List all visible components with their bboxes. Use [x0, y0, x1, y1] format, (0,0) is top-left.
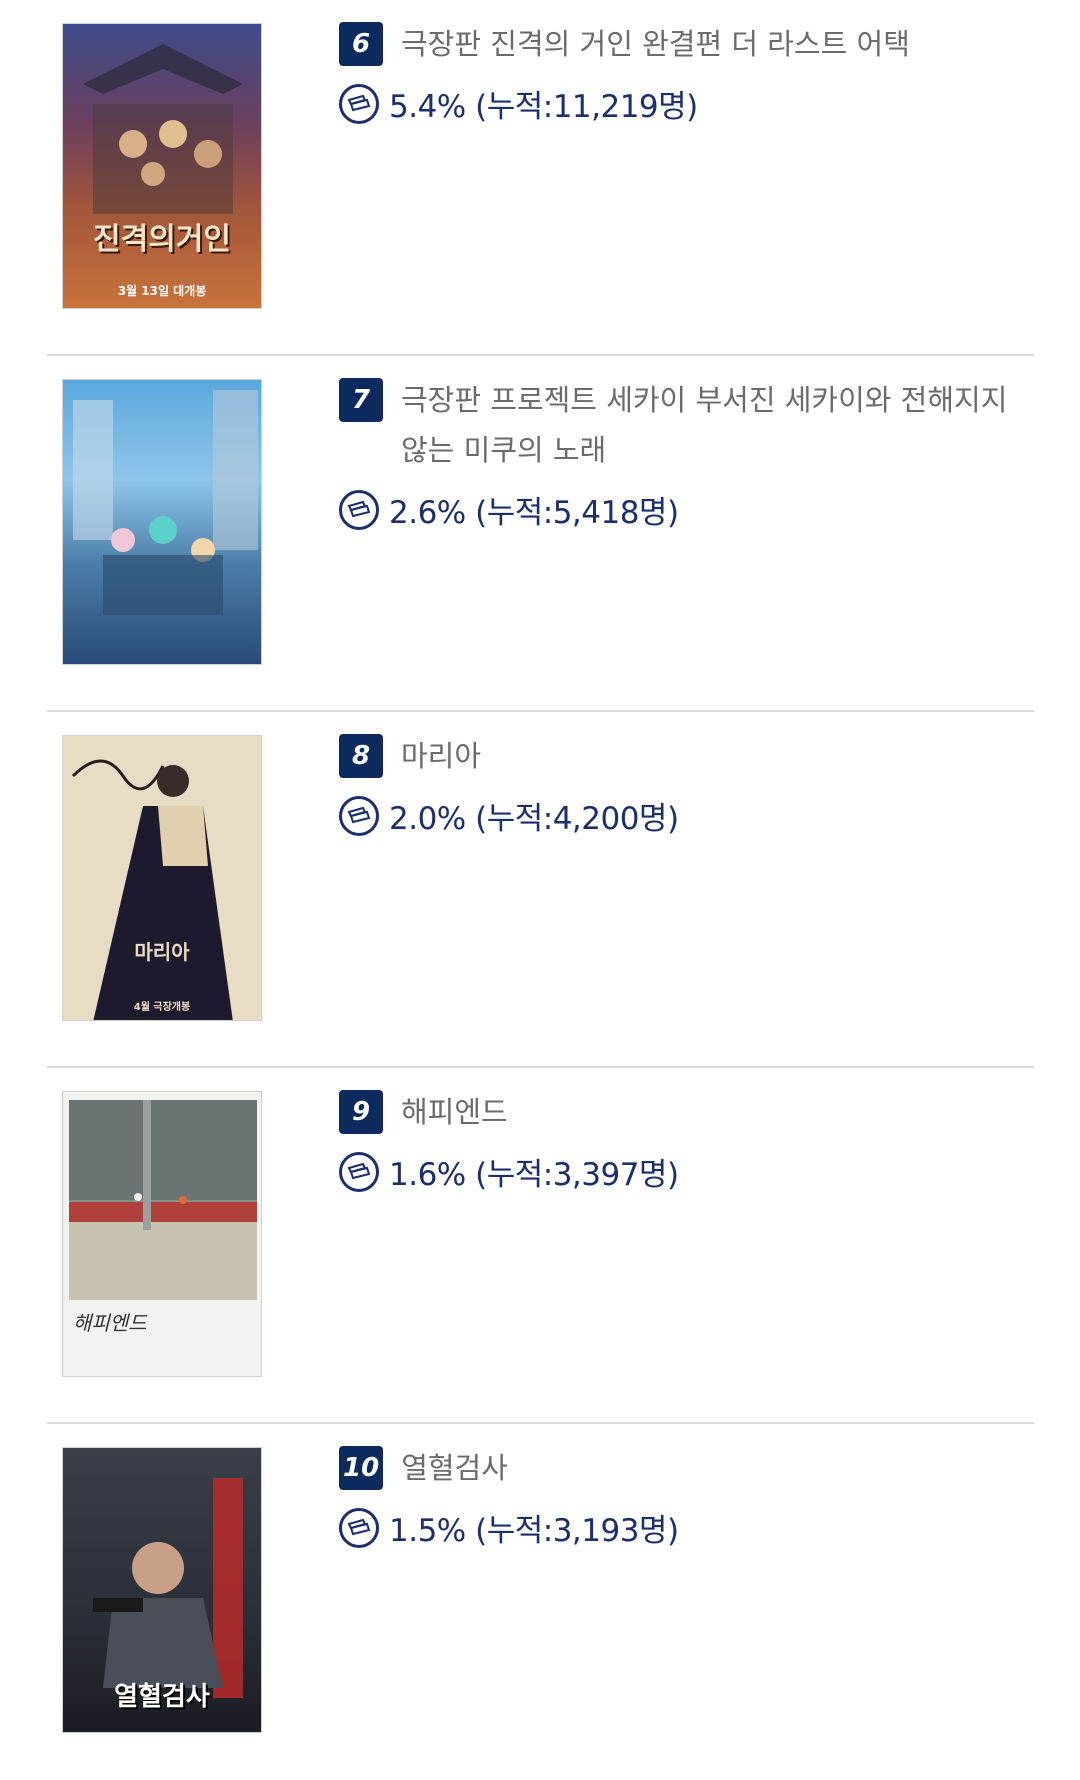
poster-title: 마리아 [134, 940, 190, 964]
poster-illustration [73, 390, 258, 615]
box-office-list: 진격의거인 3월 13일 대개봉 6 극장판 진격의 거인 완결편 더 라스트 … [47, 0, 1034, 1780]
poster-title: 열혈검사 [114, 1682, 210, 1712]
movie-title[interactable]: 극장판 프로젝트 세카이 부서진 세카이와 전해지지 않는 미쿠의 노래 [401, 375, 1024, 475]
poster-illustration [71, 759, 233, 1020]
poster-subtitle: 4월 극장개봉 [133, 1002, 191, 1013]
rank-badge: 8 [339, 734, 383, 778]
stat-row: 1.6% (누적:3,397명) [339, 1149, 1024, 1194]
list-item[interactable]: 7 극장판 프로젝트 세카이 부서진 세카이와 전해지지 않는 미쿠의 노래 2… [47, 356, 1034, 712]
movie-info: 8 마리아 2.0% (누적:4,200명) [339, 734, 1024, 838]
movie-title[interactable]: 열혈검사 [401, 1443, 508, 1493]
movie-info: 9 해피엔드 1.6% (누적:3,397명) [339, 1090, 1024, 1194]
title-row: 9 해피엔드 [339, 1090, 1024, 1137]
audience-share: 2.0% (누적:4,200명) [389, 801, 679, 837]
title-row: 8 마리아 [339, 734, 1024, 781]
ticket-icon [339, 795, 379, 836]
title-row: 7 극장판 프로젝트 세카이 부서진 세카이와 전해지지 않는 미쿠의 노래 [339, 378, 1024, 475]
poster-illustration [83, 44, 243, 214]
rank-badge: 6 [339, 22, 383, 66]
stat-row: 2.0% (누적:4,200명) [339, 793, 1024, 838]
list-item[interactable]: 마리아 4월 극장개봉 8 마리아 2.0% (누적:4,200명) [47, 712, 1034, 1068]
audience-share: 5.4% (누적:11,219명) [389, 89, 698, 125]
title-row: 6 극장판 진격의 거인 완결편 더 라스트 어택 [339, 22, 1024, 69]
ticket-icon [339, 1507, 379, 1548]
rank-badge: 10 [339, 1446, 384, 1490]
poster-title: 진격의거인 [93, 222, 231, 257]
audience-share: 2.6% (누적:5,418명) [389, 495, 679, 531]
movie-poster[interactable]: 열혈검사 [62, 1447, 262, 1733]
movie-title[interactable]: 해피엔드 [401, 1087, 508, 1137]
list-item[interactable]: 열혈검사 10 열혈검사 1.5% (누적:3,193명) [47, 1424, 1034, 1780]
ticket-icon [339, 1151, 379, 1192]
movie-poster[interactable]: 진격의거인 3월 13일 대개봉 [62, 23, 262, 309]
audience-share: 1.6% (누적:3,397명) [389, 1157, 679, 1193]
stat-row: 2.6% (누적:5,418명) [339, 487, 1024, 532]
ticket-icon [339, 83, 379, 124]
movie-info: 10 열혈검사 1.5% (누적:3,193명) [339, 1446, 1024, 1550]
poster-title: 해피엔드 [73, 1311, 147, 1335]
stat-row: 5.4% (누적:11,219명) [339, 81, 1024, 126]
movie-info: 7 극장판 프로젝트 세카이 부서진 세카이와 전해지지 않는 미쿠의 노래 2… [339, 378, 1024, 532]
rank-badge: 7 [339, 378, 383, 422]
rank-badge: 9 [339, 1090, 383, 1134]
list-item[interactable]: 진격의거인 3월 13일 대개봉 6 극장판 진격의 거인 완결편 더 라스트 … [47, 0, 1034, 356]
poster-subtitle: 3월 13일 대개봉 [117, 284, 207, 298]
list-item[interactable]: 해피엔드 9 해피엔드 1.6% (누적:3,397명) [47, 1068, 1034, 1424]
title-row: 10 열혈검사 [339, 1446, 1024, 1493]
movie-poster[interactable]: 마리아 4월 극장개봉 [62, 735, 262, 1021]
ticket-icon [339, 489, 379, 530]
stat-row: 1.5% (누적:3,193명) [339, 1505, 1024, 1550]
movie-info: 6 극장판 진격의 거인 완결편 더 라스트 어택 5.4% (누적:11,21… [339, 22, 1024, 126]
movie-poster[interactable]: 해피엔드 [62, 1091, 262, 1377]
movie-title[interactable]: 극장판 진격의 거인 완결편 더 라스트 어택 [401, 19, 910, 69]
movie-poster[interactable] [62, 379, 262, 665]
audience-share: 1.5% (누적:3,193명) [389, 1513, 679, 1549]
movie-title[interactable]: 마리아 [401, 731, 481, 781]
